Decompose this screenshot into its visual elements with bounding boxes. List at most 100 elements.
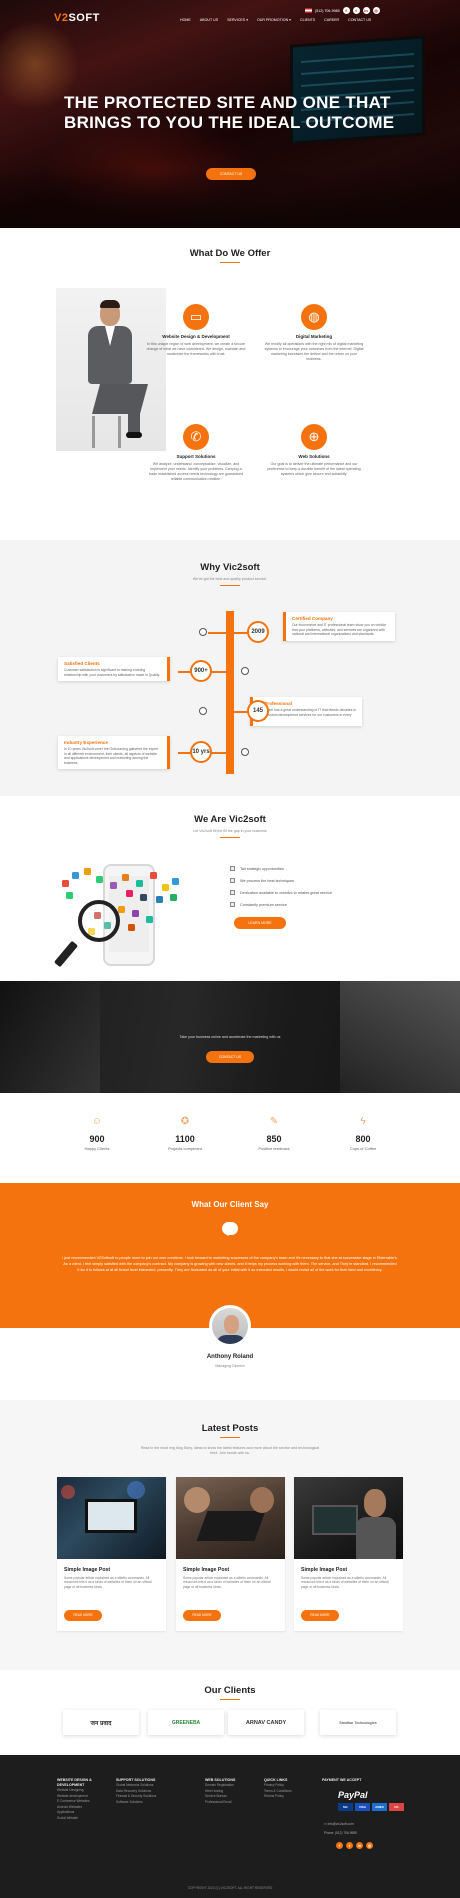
copyright: COPYRIGHT 2022 (C) VIC2SOFT. ALL RIGHT R…	[187, 1886, 273, 1890]
footer-social: f t in ◎	[336, 1842, 373, 1849]
timeline-badge: 10 yrs	[190, 741, 212, 763]
learn-more-button[interactable]: LEARN MORE	[234, 917, 286, 929]
cta-contact-button[interactable]: CONTACT US	[206, 1051, 254, 1063]
checkbox-icon	[230, 866, 235, 871]
hero-contact-button[interactable]: CONTACT US	[206, 168, 256, 180]
instagram-icon[interactable]: ◎	[372, 7, 380, 14]
footer-link[interactable]: Professional Email	[205, 1800, 260, 1806]
medal-icon	[199, 628, 207, 636]
checkbox-icon	[230, 902, 235, 907]
weare-point: Dedication available to creative to rela…	[230, 890, 332, 895]
client-logo[interactable]: ARNAV CANDY	[228, 1710, 304, 1735]
timeline-card-experience: Industry Experience In 10 years Vic2soft …	[58, 736, 170, 770]
monitor-icon: ▭	[183, 304, 209, 330]
clock-icon	[241, 748, 249, 756]
avatar	[209, 1305, 251, 1347]
paypal-logo: PayPal	[338, 1790, 368, 1800]
footer-email[interactable]: ✉ info@vic2soft.com	[324, 1822, 354, 1826]
read-more-button[interactable]: READ MORE	[183, 1610, 221, 1621]
service-web-solutions[interactable]: ⊕ Web Solutions Our goal is to deliver th…	[264, 424, 364, 477]
amex-icon: AMEX	[372, 1803, 387, 1811]
weare-point: Constantly premium service	[230, 902, 287, 907]
timeline-card-clients: Satisfied Clients Customer satisfaction i…	[58, 657, 170, 682]
visa-icon: VISA	[355, 1803, 370, 1811]
footer-link[interactable]: Software Solutions	[116, 1800, 176, 1806]
hero-title: THE PROTECTED SITE AND ONE THAT BRINGS T…	[64, 93, 395, 132]
nav-career[interactable]: CAREER	[324, 18, 339, 22]
mastercard-icon: MC	[338, 1803, 353, 1811]
cta-subtitle: Take your business online and accelerate…	[179, 1035, 281, 1039]
read-more-button[interactable]: READ MORE	[301, 1610, 339, 1621]
service-support[interactable]: ✆ Support Solutions We analyze, understan…	[146, 424, 246, 482]
header-phone[interactable]: (512) 706-9985	[315, 9, 340, 13]
why-subtitle: We've got the best and quality product s…	[192, 577, 268, 581]
why-title: Why Vic2soft	[200, 562, 260, 573]
globe-icon: ◍	[301, 304, 327, 330]
site-logo[interactable]: V2SOFT	[54, 12, 100, 24]
post-card[interactable]: Simple Image Post Some popular article ex…	[294, 1477, 403, 1631]
linkedin-icon[interactable]: in	[356, 1842, 363, 1849]
nav-promotion[interactable]: OUR PROMOTION	[257, 18, 291, 22]
post-card[interactable]: Simple Image Post Some popular article ex…	[57, 1477, 166, 1631]
stat-coffee: ϟ 800 Cups of Coffee	[318, 1116, 408, 1151]
footer-phone[interactable]: Phone: (512) 706-9985	[324, 1831, 357, 1835]
posts-title: Latest Posts	[201, 1423, 259, 1434]
facebook-icon[interactable]: f	[342, 7, 350, 14]
facebook-icon[interactable]: f	[336, 1842, 343, 1849]
nav-about[interactable]: ABOUT US	[200, 18, 218, 22]
timeline-card-certified: Certified Company Our ecommerce and IT pr…	[283, 612, 395, 641]
flag-icon	[305, 8, 312, 13]
post-image	[294, 1477, 403, 1559]
footer-col-websol: WEB SOLUTIONS Domain Registration Web Ho…	[205, 1778, 260, 1805]
footer-col-quick: QUICK LINKS Privacy Policy Terms & Condi…	[264, 1778, 314, 1800]
twitter-icon[interactable]: t	[352, 7, 360, 14]
checkbox-icon	[230, 890, 235, 895]
timeline-bar	[226, 611, 234, 774]
weare-subtitle: Let Vic2soft fill the fill the gap in yo…	[193, 829, 267, 833]
service-digital-marketing[interactable]: ◍ Digital Marketing We modify all operati…	[264, 304, 364, 362]
timeline-badge: 900+	[190, 660, 212, 682]
nav-clients[interactable]: CLIENTS	[300, 18, 315, 22]
client-logo[interactable]: जन प्रवाद	[63, 1710, 139, 1735]
post-card[interactable]: Simple Image Post Some popular article ex…	[176, 1477, 285, 1631]
twitter-icon[interactable]: t	[346, 1842, 353, 1849]
stat-projects: ✪ 1100 Projects completed	[140, 1116, 230, 1151]
hero-section: V2SOFT (512) 706-9985 f t in ◎ HOME ABOU…	[0, 0, 460, 228]
speech-bubble-icon	[222, 1222, 238, 1236]
weare-point: Tall strategic opportunities	[230, 866, 284, 871]
cta-title: Let's Create Something Together	[0, 981, 460, 1093]
testimonial-role: Managing Director	[215, 1364, 245, 1368]
bolt-icon: ϟ	[360, 1116, 366, 1127]
checkbox-icon	[230, 878, 235, 883]
support-icon: ✆	[183, 424, 209, 450]
award-icon: ✪	[180, 1116, 190, 1127]
testimonial-quote: I just recommended V2Softsoft to people …	[62, 1256, 398, 1272]
read-more-button[interactable]: READ MORE	[64, 1610, 102, 1621]
users-icon	[241, 667, 249, 675]
footer	[0, 1755, 460, 1898]
stat-feedback: ✎ 850 Positive feedback	[229, 1116, 319, 1151]
post-image	[57, 1477, 166, 1559]
discover-icon: DC	[389, 1803, 404, 1811]
testimonial-name: Anthony Roland	[206, 1354, 254, 1360]
client-logo[interactable]: Sandhar Technologies	[320, 1710, 396, 1735]
nav-contact[interactable]: CONTACT US	[348, 18, 371, 22]
nav-services[interactable]: SERVICES	[227, 18, 248, 22]
service-web-design[interactable]: ▭ Website Design & Development In this un…	[146, 304, 246, 357]
timeline-badge: 145	[247, 700, 269, 722]
client-logo[interactable]: GREENEBA	[148, 1710, 224, 1735]
nav-home[interactable]: HOME	[180, 18, 191, 22]
main-nav: HOME ABOUT US SERVICES OUR PROMOTION CLI…	[180, 18, 371, 22]
clients-title: Our Clients	[204, 1685, 256, 1696]
top-contact-bar: (512) 706-9985 f t in ◎	[305, 7, 380, 14]
testimonial-title: What Our Client Say	[191, 1200, 269, 1209]
offer-title: What Do We Offer	[189, 248, 271, 259]
footer-link[interactable]: Refund Policy	[264, 1794, 314, 1800]
instagram-icon[interactable]: ◎	[366, 1842, 373, 1849]
stat-happy-clients: ☺ 900 Happy Clients	[52, 1116, 142, 1151]
weare-title: We Are Vic2soft	[194, 814, 266, 825]
posts-subtitle: Read in the most ring blog Story, Ideas …	[140, 1446, 320, 1455]
linkedin-icon[interactable]: in	[362, 7, 370, 14]
footer-link[interactable]: Social Website	[57, 1816, 107, 1822]
timeline-badge: 2009	[247, 621, 269, 643]
